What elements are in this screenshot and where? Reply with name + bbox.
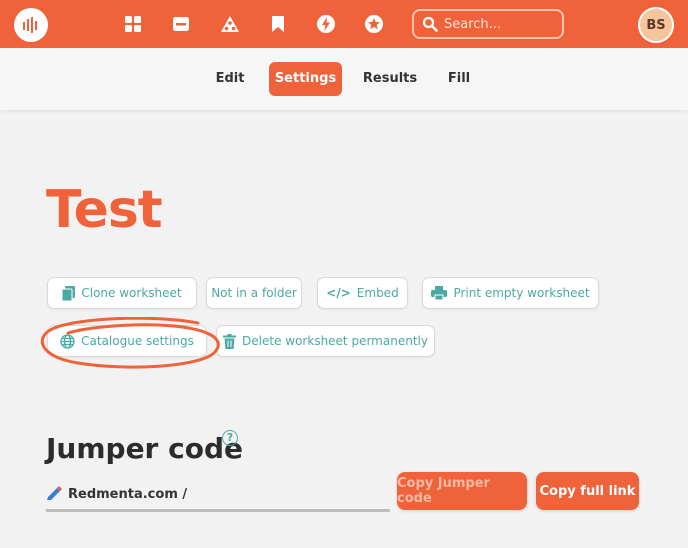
clone-worksheet-label: Clone worksheet (81, 286, 182, 300)
bookmark-icon[interactable] (268, 14, 288, 34)
jumper-code-heading: Jumper code (46, 432, 243, 465)
tab-edit[interactable]: Edit (206, 62, 254, 96)
jumper-code-field[interactable]: Redmenta.com / (46, 480, 390, 512)
print-worksheet-label: Print empty worksheet (453, 286, 590, 300)
worksheet-tabs: Edit Settings Results Fill (0, 48, 688, 110)
delete-worksheet-button[interactable]: Delete worksheet permanently (216, 325, 435, 357)
globe-icon (60, 333, 75, 349)
folder-label: Not in a folder (211, 286, 297, 300)
delete-worksheet-label: Delete worksheet permanently (242, 334, 428, 348)
tab-settings[interactable]: Settings (269, 62, 342, 96)
star-icon[interactable] (364, 14, 384, 34)
dashboard-grid-icon[interactable] (123, 14, 143, 34)
embed-button[interactable]: </> Embed (317, 277, 408, 309)
help-icon[interactable]: ? (222, 430, 238, 446)
top-navbar: BS (0, 0, 688, 48)
copy-icon (62, 285, 76, 301)
jumper-prefix: Redmenta.com / (68, 487, 188, 502)
redmenta-logo-icon[interactable] (14, 8, 48, 42)
card-icon[interactable] (171, 14, 191, 34)
folder-button[interactable]: Not in a folder (206, 277, 302, 309)
tab-results[interactable]: Results (362, 62, 418, 96)
copy-jumper-code-button[interactable]: Copy Jumper code (397, 472, 527, 510)
catalogue-settings-label: Catalogue settings (81, 334, 194, 348)
clone-worksheet-button[interactable]: Clone worksheet (47, 277, 197, 309)
code-icon: </> (326, 286, 351, 300)
print-worksheet-button[interactable]: Print empty worksheet (422, 277, 599, 309)
avatar[interactable]: BS (638, 7, 674, 43)
tab-fill[interactable]: Fill (444, 62, 474, 96)
trash-icon (223, 333, 237, 349)
search-icon (422, 16, 438, 32)
search-box[interactable] (412, 9, 564, 39)
search-input[interactable] (444, 16, 554, 32)
shapes-icon[interactable] (220, 14, 240, 34)
page-title: Test (46, 180, 163, 240)
printer-icon (431, 286, 448, 300)
copy-full-link-button[interactable]: Copy full link (536, 472, 639, 510)
bolt-icon[interactable] (316, 14, 336, 34)
catalogue-settings-button[interactable]: Catalogue settings (47, 325, 207, 357)
pencil-icon (46, 485, 62, 504)
embed-label: Embed (356, 286, 399, 300)
